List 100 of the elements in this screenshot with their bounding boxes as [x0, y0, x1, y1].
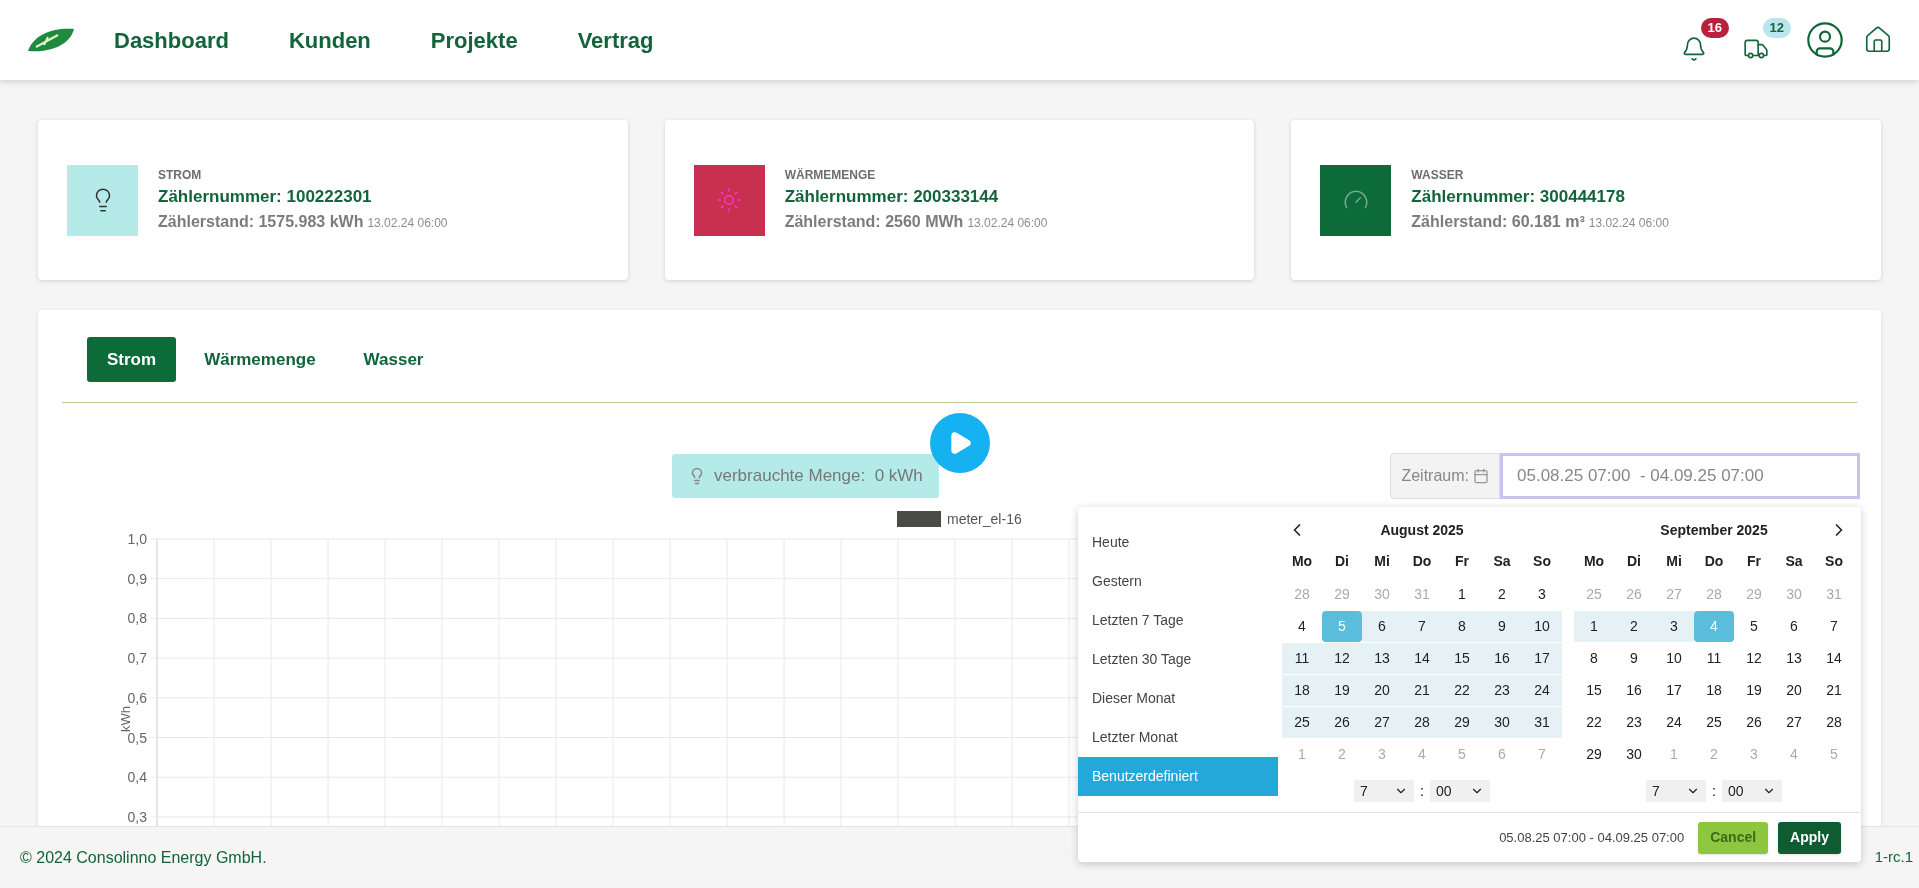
- calendar-day[interactable]: 19: [1322, 674, 1362, 706]
- calendar-day[interactable]: 8: [1574, 642, 1614, 674]
- weekday-label: Sa: [1784, 552, 1804, 571]
- tab[interactable]: Strom: [87, 337, 177, 382]
- calendar-day[interactable]: 17: [1522, 642, 1562, 674]
- calendar-day[interactable]: 12: [1322, 642, 1362, 674]
- calendar-day[interactable]: 26: [1734, 706, 1774, 738]
- date-range-field[interactable]: 05.08.25 07:00 - 04.09.25 07:00: [1500, 453, 1860, 499]
- range-option[interactable]: Dieser Monat: [1078, 679, 1278, 718]
- calendar-day[interactable]: 21: [1814, 674, 1854, 706]
- calendar-day[interactable]: 23: [1614, 706, 1654, 738]
- calendar-day[interactable]: 2: [1482, 578, 1522, 610]
- range-option[interactable]: Heute: [1078, 523, 1278, 562]
- tab[interactable]: Wasser: [343, 337, 444, 382]
- calendar-day[interactable]: 15: [1442, 642, 1482, 674]
- weekday-label: Do: [1411, 552, 1433, 571]
- y-tick-label: 0,9: [127, 570, 147, 587]
- calendar-day[interactable]: 14: [1402, 642, 1442, 674]
- calendar-day[interactable]: 24: [1522, 674, 1562, 706]
- calendar-day[interactable]: 25: [1282, 706, 1322, 738]
- range-option[interactable]: Letzter Monat: [1078, 718, 1278, 757]
- calendar-day[interactable]: 10: [1522, 610, 1562, 642]
- calendar-day[interactable]: 30: [1482, 706, 1522, 738]
- building-icon[interactable]: [1863, 25, 1893, 55]
- meter-number: Zählernummer: 100222301: [158, 186, 373, 208]
- calendar-day[interactable]: 7: [1402, 610, 1442, 642]
- nav-link[interactable]: Projekte: [430, 23, 518, 57]
- range-option[interactable]: Letzten 30 Tage: [1078, 640, 1278, 679]
- weekday-label: So: [1532, 552, 1552, 571]
- calendar-day[interactable]: 29: [1442, 706, 1482, 738]
- calendar-day[interactable]: 5: [1734, 610, 1774, 642]
- calendar-day[interactable]: 16: [1482, 642, 1522, 674]
- calendar-day[interactable]: 13: [1362, 642, 1402, 674]
- calendar-day[interactable]: 15: [1574, 674, 1614, 706]
- weekday-label: Fr: [1454, 552, 1470, 571]
- weekday-label: Mi: [1373, 552, 1391, 571]
- calendar-day[interactable]: 29: [1574, 738, 1614, 770]
- minute-select[interactable]: 00: [1721, 780, 1782, 802]
- calendar-day[interactable]: 22: [1574, 706, 1614, 738]
- nav-link[interactable]: Vertrag: [577, 23, 654, 57]
- calendar-day[interactable]: 16: [1614, 674, 1654, 706]
- calendar-day[interactable]: 18: [1282, 674, 1322, 706]
- calendar-day[interactable]: 30: [1614, 738, 1654, 770]
- calendar-day[interactable]: 11: [1694, 642, 1734, 674]
- leaf-logo-icon[interactable]: [26, 27, 76, 53]
- hour-select[interactable]: 7: [1646, 780, 1707, 802]
- apply-button[interactable]: Apply: [1778, 821, 1841, 854]
- y-tick-label: 0,3: [127, 808, 147, 825]
- calendar-day[interactable]: 28: [1814, 706, 1854, 738]
- calendar-day[interactable]: 9: [1614, 642, 1654, 674]
- calendar-day[interactable]: 24: [1654, 706, 1694, 738]
- y-axis-title: kWh: [118, 706, 133, 732]
- range-option[interactable]: Gestern: [1078, 562, 1278, 601]
- calendar-day[interactable]: 3: [1522, 578, 1562, 610]
- bell-icon[interactable]: [1681, 36, 1707, 62]
- calendar-day[interactable]: 13: [1774, 642, 1814, 674]
- calendar-day[interactable]: 20: [1362, 674, 1402, 706]
- meter-type: WÄRMEMENGE: [784, 167, 877, 184]
- calendar-icon: [1473, 468, 1489, 484]
- calendar-day[interactable]: 1: [1442, 578, 1482, 610]
- calendar-day[interactable]: 10: [1654, 642, 1694, 674]
- calendar-day[interactable]: 25: [1694, 706, 1734, 738]
- calendar-day[interactable]: 12: [1734, 642, 1774, 674]
- meter-number: Zählernummer: 200333144: [784, 186, 1000, 208]
- calendar-day[interactable]: 27: [1362, 706, 1402, 738]
- y-tick-label: 0,4: [127, 769, 147, 786]
- calendar-day[interactable]: 9: [1482, 610, 1522, 642]
- sun-icon: [716, 187, 743, 213]
- calendar-day[interactable]: 26: [1322, 706, 1362, 738]
- calendar-day[interactable]: 20: [1774, 674, 1814, 706]
- nav-link[interactable]: Kunden: [288, 23, 371, 57]
- calendar-day[interactable]: 17: [1654, 674, 1694, 706]
- y-tick-label: 0,5: [127, 729, 147, 746]
- nav-link[interactable]: Dashboard: [114, 23, 229, 57]
- calendar-day[interactable]: 8: [1442, 610, 1482, 642]
- calendar-day[interactable]: 14: [1814, 642, 1854, 674]
- calendar-day[interactable]: 23: [1482, 674, 1522, 706]
- calendar-day[interactable]: 22: [1442, 674, 1482, 706]
- minute-select[interactable]: 00: [1429, 780, 1490, 802]
- tab[interactable]: Wärmemenge: [184, 337, 336, 382]
- meter-type: WASSER: [1411, 167, 1465, 184]
- calendar-day[interactable]: 3: [1654, 610, 1694, 642]
- calendar-day[interactable]: 11: [1282, 642, 1322, 674]
- calendar-day[interactable]: 4: [1282, 610, 1322, 642]
- calendar-day[interactable]: 2: [1614, 610, 1654, 642]
- calendar-day[interactable]: 21: [1402, 674, 1442, 706]
- calendar-day[interactable]: 28: [1402, 706, 1442, 738]
- calendar-day[interactable]: 27: [1774, 706, 1814, 738]
- hour-select[interactable]: 7: [1354, 780, 1415, 802]
- calendar-day[interactable]: 7: [1814, 610, 1854, 642]
- calendar-day[interactable]: 31: [1522, 706, 1562, 738]
- calendar-day[interactable]: 19: [1734, 674, 1774, 706]
- calendar-day[interactable]: 18: [1694, 674, 1734, 706]
- y-tick-label: 0,6: [127, 689, 147, 706]
- calendar-day[interactable]: 6: [1362, 610, 1402, 642]
- month-title: August 2025: [1379, 520, 1465, 540]
- user-icon[interactable]: [1805, 20, 1845, 60]
- calendar-day[interactable]: 1: [1574, 610, 1614, 642]
- calendar-day[interactable]: 6: [1774, 610, 1814, 642]
- range-option[interactable]: Letzten 7 Tage: [1078, 601, 1278, 640]
